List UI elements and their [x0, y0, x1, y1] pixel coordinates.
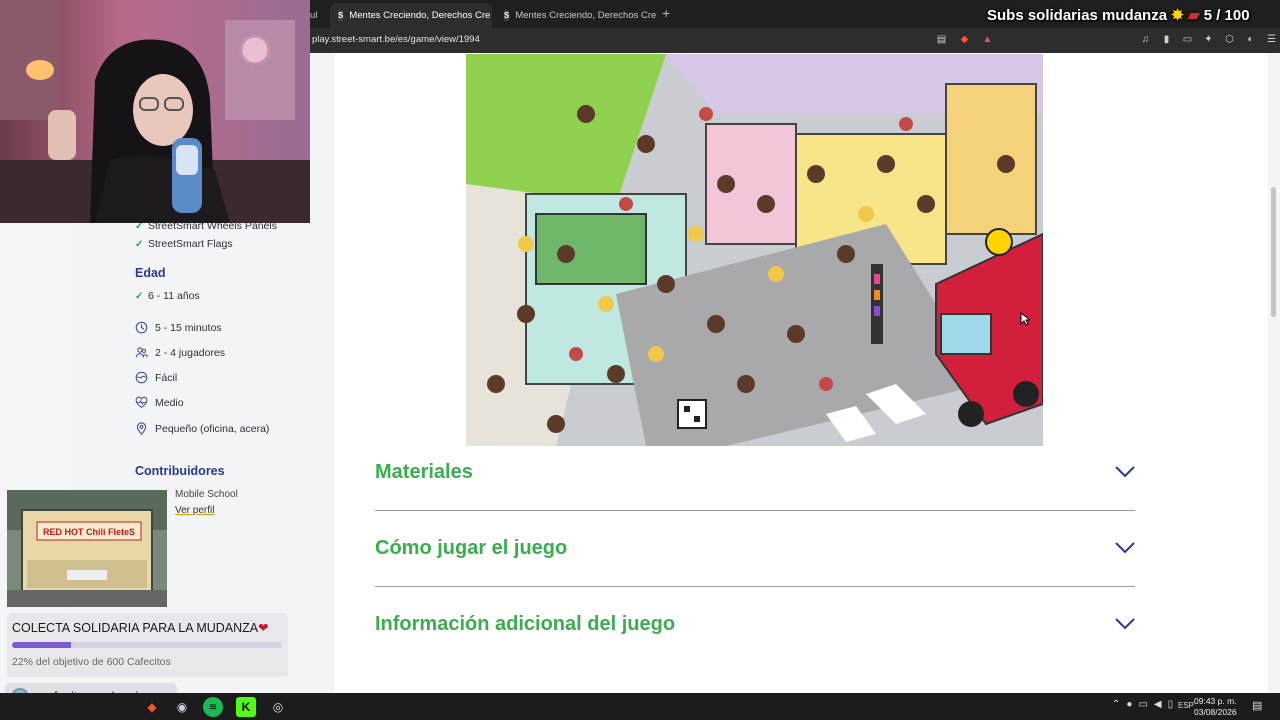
leo-icon[interactable]: ◐ [1243, 32, 1258, 47]
easy-icon [135, 371, 155, 384]
heart-icon: ❤ [258, 621, 269, 635]
steam-app-icon[interactable]: ◉ [172, 697, 192, 717]
extensions-icon[interactable]: ✦ [1201, 32, 1216, 47]
players-icon [135, 346, 155, 359]
input-language[interactable]: ESP [1178, 701, 1194, 710]
vpn-icon[interactable]: ⬡ [1222, 32, 1237, 47]
brave-shields-icon[interactable]: ◆ [957, 32, 972, 47]
system-clock[interactable]: 09:43 p. m. 03/08/2026 [1194, 696, 1237, 718]
difficulty-label: Fácil [155, 371, 178, 384]
tab-partial[interactable]: ul [310, 3, 322, 28]
kick-app-icon[interactable]: K [236, 697, 256, 717]
clock-time: 09:43 p. m. [1194, 696, 1237, 706]
tab-inactive[interactable]: S Mentes Creciendo, Derechos Crecien [496, 3, 656, 28]
tab-active[interactable]: S Mentes Creciendo, Derechos Cre ✕ [330, 3, 492, 28]
material-label: StreetSmart Flags [148, 238, 233, 250]
chevron-down-icon[interactable] [1114, 617, 1136, 631]
donation-title-text: COLECTA SOLIDARIA PARA LA MUDANZA [12, 621, 259, 635]
donation-widget: COLECTA SOLIDARIA PARA LA MUDANZA❤ 22% d… [7, 613, 288, 677]
chevron-down-icon[interactable] [1114, 541, 1136, 555]
scrollbar-thumb[interactable] [1271, 187, 1276, 317]
accordion-divider [375, 510, 1135, 511]
tab-label: Mentes Creciendo, Derechos Cre [349, 10, 491, 21]
accordion-materials[interactable]: Materiales [375, 461, 473, 484]
activity-label: Medio [155, 396, 184, 409]
activity-item: Medio [135, 396, 184, 409]
truck-icon: ▰ [1187, 7, 1200, 24]
contributors-heading: Contribuidores [135, 464, 225, 478]
duration-item: 5 - 15 minutos [135, 321, 222, 334]
favicon-icon: S [338, 10, 344, 21]
brave-app-icon[interactable]: ◆ [142, 697, 162, 717]
material-item: ✓ StreetSmart Flags [135, 238, 233, 250]
chevron-down-icon[interactable] [1114, 465, 1136, 479]
wallet-icon[interactable]: ▭ [1180, 32, 1195, 47]
donation-subtitle: 22% del objetivo de 600 Cafecitos [12, 656, 171, 668]
check-icon: ✓ [135, 290, 144, 302]
donation-title: COLECTA SOLIDARIA PARA LA MUDANZA❤ [12, 620, 269, 635]
accordion-additional-info[interactable]: Información adicional del juego [375, 613, 675, 636]
favicon-icon: S [504, 10, 510, 21]
reader-mode-icon[interactable]: ▤ [934, 32, 949, 47]
age-label: 6 - 11 años [148, 290, 200, 302]
players-label: 2 - 4 jugadores [155, 346, 226, 359]
tab-label: ul [310, 10, 318, 21]
truck-photo: RED HOT Chili FleteS [7, 490, 167, 607]
age-item: ✓ 6 - 11 años [135, 290, 200, 302]
streamer-camera-image [0, 0, 310, 223]
network-icon[interactable]: ▭ [1138, 699, 1147, 710]
scrollbar-track[interactable] [1268, 53, 1280, 693]
difficulty-item: Fácil [135, 371, 177, 384]
space-item: Pequeño (oficina, acera) [135, 422, 269, 435]
clock-date: 03/08/2026 [1194, 707, 1237, 717]
street-scene-image [466, 54, 1043, 446]
truck-photo-image: RED HOT Chili FleteS [7, 490, 167, 607]
microphone-icon[interactable]: ● [1126, 699, 1132, 710]
location-pin-icon [135, 422, 155, 435]
stream-overlay-title: Subs solidarias mudanza ✸ ▰ 5 / 100 [987, 6, 1250, 24]
menu-icon[interactable]: ☰ [1264, 32, 1279, 47]
accordion-divider [375, 586, 1135, 587]
obs-app-icon[interactable]: ◎ [268, 697, 288, 717]
webcam-overlay [0, 0, 310, 223]
brave-rewards-icon[interactable]: ▲ [980, 32, 995, 47]
sun-icon: ✸ [1171, 7, 1184, 24]
contributor-name: Mobile School [175, 489, 238, 500]
check-icon: ✓ [135, 238, 144, 250]
age-heading: Edad [135, 266, 166, 280]
donation-progress-bar [12, 642, 282, 648]
url-field[interactable]: play.street-smart.be/es/game/view/1994 [312, 34, 480, 45]
accordion-how-to-play[interactable]: Cómo jugar el juego [375, 537, 567, 560]
overlay-title-text: Subs solidarias mudanza [987, 7, 1168, 24]
tray-expand-icon[interactable]: ⌃ [1112, 699, 1120, 710]
sidebar-toggle-icon[interactable]: ▮ [1159, 32, 1174, 47]
clock-icon [135, 321, 155, 334]
heartbeat-icon [135, 396, 155, 409]
overlay-counter: 5 / 100 [1203, 7, 1250, 24]
space-label: Pequeño (oficina, acera) [155, 422, 270, 435]
tab-label: Mentes Creciendo, Derechos Crecien [515, 10, 656, 21]
spotify-app-icon[interactable]: ≋ [203, 697, 223, 717]
mouse-cursor-icon [1020, 312, 1030, 326]
notification-icon[interactable]: ▤ [1252, 699, 1262, 712]
duration-label: 5 - 15 minutos [155, 321, 222, 334]
game-illustration [466, 54, 1043, 446]
battery-icon[interactable]: ▯ [1168, 699, 1174, 710]
players-item: 2 - 4 jugadores [135, 346, 225, 359]
volume-icon[interactable]: ◀ [1154, 699, 1162, 710]
new-tab-button[interactable]: + [662, 5, 670, 21]
windows-taskbar: ◆ ◉ ≋ K ◎ ⌃ ● ▭ ◀ ▯ ESP 09:43 p. m. 03/08… [0, 693, 1280, 720]
media-icon[interactable]: ♫ [1138, 32, 1153, 47]
truck-sign-text: RED HOT Chili FleteS [43, 527, 135, 537]
view-profile-link[interactable]: Ver perfil [175, 505, 214, 516]
donation-progress-fill [12, 642, 72, 648]
system-tray: ⌃ ● ▭ ◀ ▯ [1112, 699, 1173, 710]
